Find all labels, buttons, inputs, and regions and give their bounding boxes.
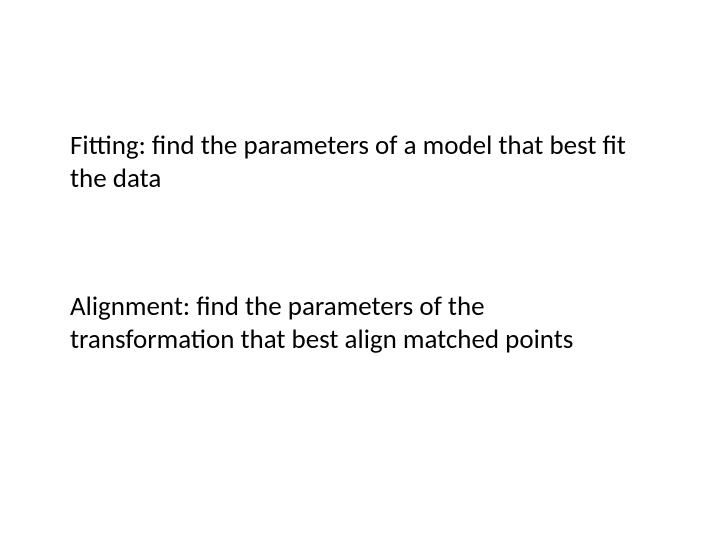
paragraph-fitting: Fitting: find the parameters of a model … xyxy=(70,130,650,196)
paragraph-alignment: Alignment: find the parameters of the tr… xyxy=(70,291,650,357)
slide-content: Fitting: find the parameters of a model … xyxy=(0,0,720,357)
